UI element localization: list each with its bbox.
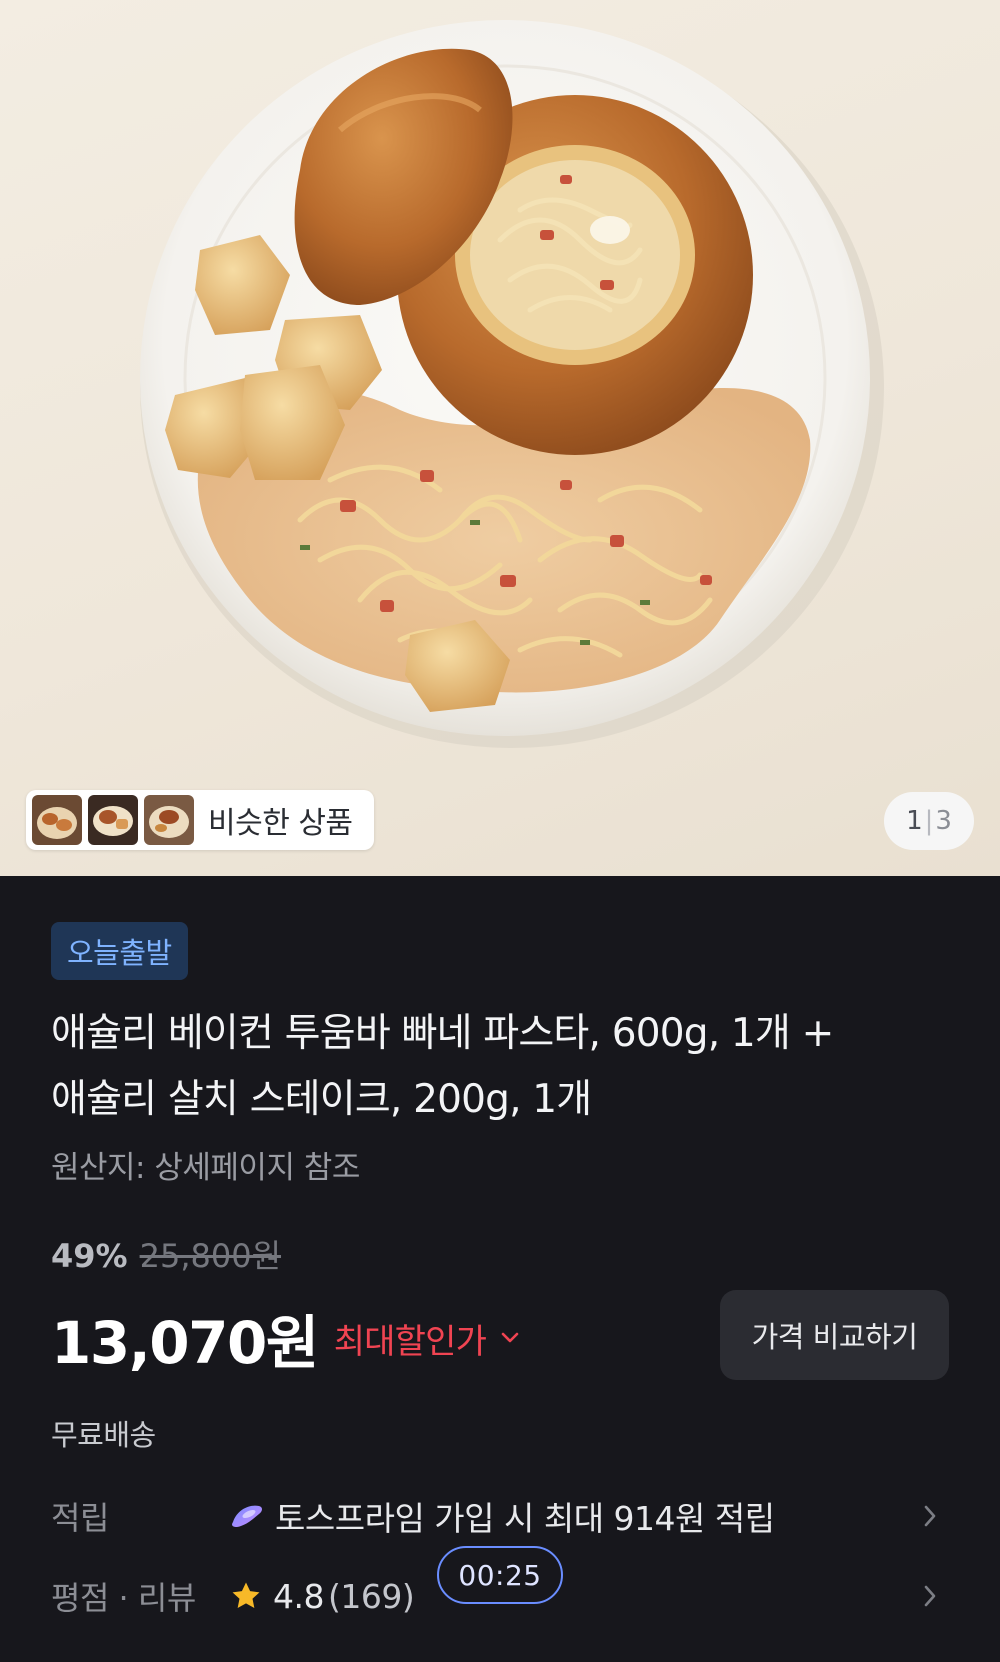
shipping-info: 무료배송 (51, 1418, 156, 1452)
points-content: 토스프라임 가입 시 최대 914원 적립 (229, 1492, 775, 1540)
similar-product-thumbnail (88, 795, 138, 845)
current-page: 1 (906, 806, 923, 836)
price-row: 13,070원 최대할인가 (51, 1296, 520, 1380)
points-row[interactable]: 적립 토스프라임 가입 시 최대 914원 적립 (0, 1486, 1000, 1546)
product-title-line-1: 애슐리 베이컨 투움바 빠네 파스타, 600g, 1개 + (51, 1011, 834, 1056)
rating-content: 4.8 (169) (229, 1576, 415, 1616)
chevron-right-icon[interactable] (922, 1583, 938, 1609)
total-pages: 3 (935, 806, 952, 836)
price-compare-button[interactable]: 가격 비교하기 (720, 1290, 949, 1380)
chevron-down-icon[interactable] (500, 1331, 520, 1345)
similar-product-thumbnail (144, 795, 194, 845)
similar-products-button[interactable]: 비슷한 상품 (26, 790, 374, 850)
points-label: 적립 (51, 1499, 109, 1537)
max-discount-toggle[interactable]: 최대할인가 (334, 1314, 487, 1363)
toss-prime-icon (232, 1505, 262, 1527)
page-separator: | (924, 806, 934, 836)
rating-label: 평점 · 리뷰 (51, 1579, 196, 1617)
original-price: 25,800원 (139, 1237, 282, 1275)
sale-price: 13,070원 (51, 1309, 319, 1377)
origin-info: 원산지: 상세페이지 참조 (51, 1150, 360, 1186)
image-page-indicator: 1 | 3 (884, 792, 974, 850)
discount-rate: 49% (51, 1237, 128, 1275)
discount-row: 49% 25,800원 (51, 1231, 281, 1277)
product-info-section: 오늘출발 애슐리 베이컨 투움바 빠네 파스타, 600g, 1개 + 애슐리 … (0, 876, 1000, 1662)
star-icon (232, 1582, 260, 1609)
similar-products-label: 비슷한 상품 (208, 806, 353, 841)
same-day-shipping-badge: 오늘출발 (51, 922, 188, 980)
timer-badge: 00:25 (437, 1546, 563, 1604)
chevron-right-icon[interactable] (922, 1503, 938, 1529)
product-photo (140, 20, 884, 748)
points-text: 토스프라임 가입 시 최대 914원 적립 (275, 1499, 775, 1538)
product-title-line-2: 애슐리 살치 스테이크, 200g, 1개 (51, 1077, 592, 1122)
rating-score: 4.8 (273, 1576, 324, 1616)
similar-product-thumbnail (32, 795, 82, 845)
review-count: (169) (327, 1576, 415, 1616)
product-image-gallery[interactable]: 비슷한 상품 1 | 3 (0, 0, 1000, 876)
product-title: 애슐리 베이컨 투움바 빠네 파스타, 600g, 1개 + 애슐리 살치 스테… (51, 1001, 951, 1133)
